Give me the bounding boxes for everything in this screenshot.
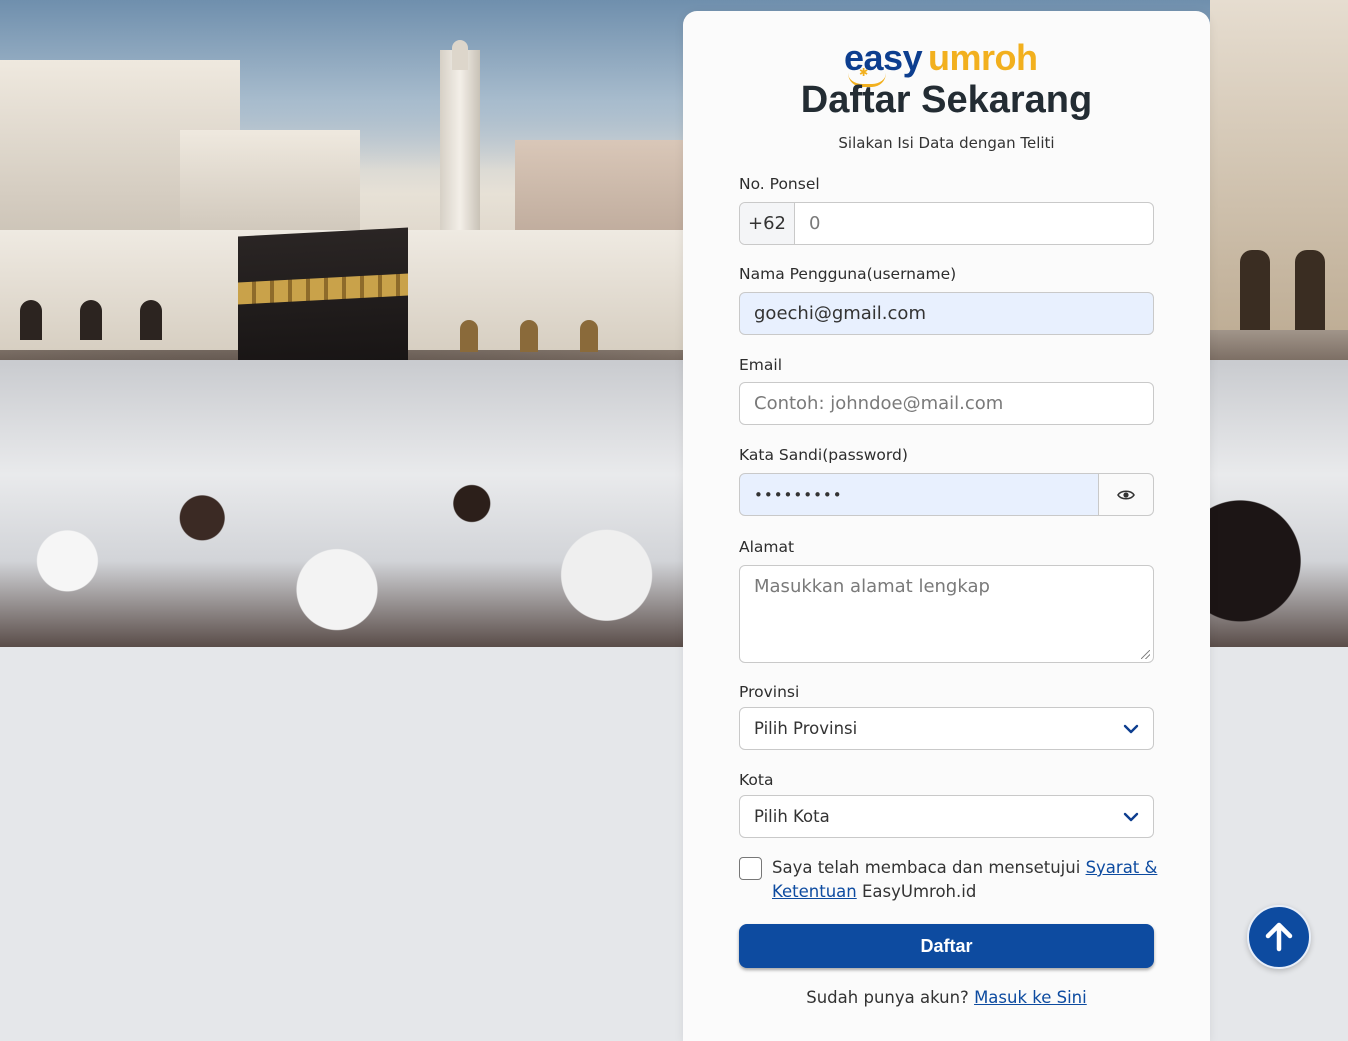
username-label: Nama Pengguna(username) — [739, 265, 957, 283]
password-label: Kata Sandi(password) — [739, 446, 908, 464]
city-select[interactable]: Pilih Kota — [739, 795, 1154, 838]
resize-grip-icon[interactable] — [1141, 650, 1150, 659]
chevron-down-icon — [1123, 812, 1139, 821]
phone-prefix: +62 — [740, 203, 795, 244]
eye-icon[interactable] — [1098, 473, 1154, 516]
page-subtitle: Silakan Isi Data dengan Teliti — [838, 134, 1055, 152]
phone-input[interactable] — [795, 203, 1153, 244]
email-label: Email — [739, 356, 783, 374]
terms-checkbox[interactable] — [739, 857, 762, 880]
login-link[interactable]: Masuk ke Sini — [974, 988, 1087, 1007]
phone-field: +62 — [739, 202, 1154, 245]
email-field — [739, 382, 1154, 425]
username-input[interactable] — [740, 293, 1153, 334]
address-field — [739, 565, 1154, 663]
province-select[interactable]: Pilih Provinsi — [739, 707, 1154, 750]
address-input[interactable] — [740, 566, 1153, 662]
address-label: Alamat — [739, 538, 795, 556]
arrow-up-icon — [1265, 922, 1293, 952]
province-selected: Pilih Provinsi — [754, 719, 858, 738]
password-input[interactable]: ••••••••• — [739, 473, 1099, 516]
password-field: ••••••••• — [739, 473, 1154, 516]
chevron-down-icon — [1123, 724, 1139, 733]
city-label: Kota — [739, 771, 774, 789]
province-label: Provinsi — [739, 683, 800, 701]
terms-text: Saya telah membaca dan mensetujui Syarat… — [772, 858, 1158, 901]
email-input[interactable] — [740, 383, 1153, 424]
username-field — [739, 292, 1154, 335]
page-title: Daftar Sekarang — [800, 79, 1093, 121]
register-card: easy umroh ✱ Daftar Sekarang Silakan Isi… — [683, 11, 1210, 1041]
login-prompt: Sudah punya akun? Masuk ke Sini — [806, 988, 1087, 1007]
scroll-top-button[interactable] — [1247, 905, 1311, 969]
city-selected: Pilih Kota — [754, 807, 830, 826]
phone-label: No. Ponsel — [739, 175, 820, 193]
register-button[interactable]: Daftar — [739, 924, 1154, 968]
